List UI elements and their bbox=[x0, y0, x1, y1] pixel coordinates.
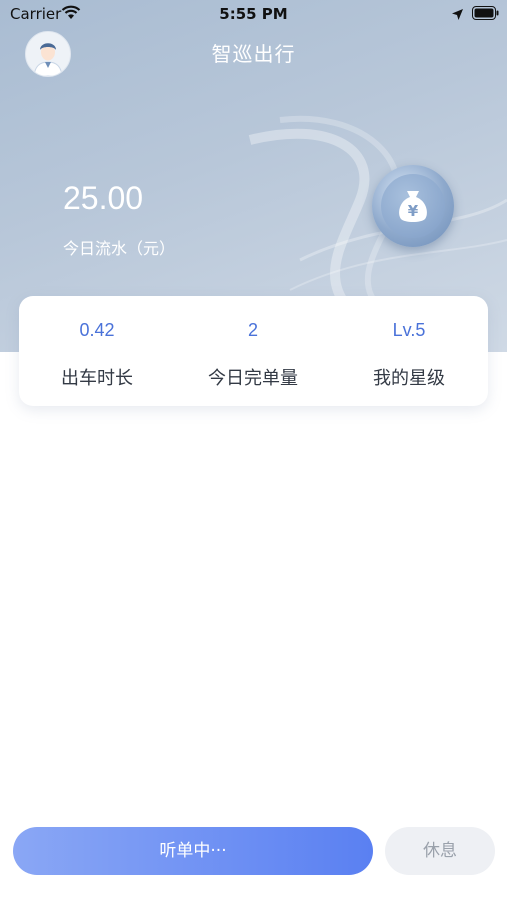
stat-star-level[interactable]: Lv.5 我的星级 bbox=[331, 296, 487, 406]
svg-text:¥: ¥ bbox=[408, 202, 419, 220]
stat-value: 0.42 bbox=[79, 320, 115, 340]
daily-revenue-label: 今日流水（元） bbox=[63, 239, 176, 258]
location-arrow-icon bbox=[451, 7, 464, 25]
stat-completed-orders[interactable]: 2 今日完单量 bbox=[175, 296, 331, 406]
stats-card: 0.42 出车时长 2 今日完单量 Lv.5 我的星级 bbox=[19, 296, 488, 406]
stat-label: 出车时长 bbox=[61, 368, 133, 389]
listening-orders-button[interactable]: 听单中··· bbox=[13, 827, 373, 875]
page-title: 智巡出行 bbox=[211, 42, 296, 66]
battery-icon bbox=[472, 6, 499, 24]
status-bar: Carrier 5:55 PM bbox=[0, 0, 507, 28]
stat-label: 我的星级 bbox=[373, 368, 445, 389]
stat-value: 2 bbox=[247, 320, 258, 340]
stat-label: 今日完单量 bbox=[208, 368, 298, 389]
stat-value: Lv.5 bbox=[392, 320, 426, 340]
rest-button[interactable]: 休息 bbox=[385, 827, 495, 875]
stat-driving-duration[interactable]: 0.42 出车时长 bbox=[19, 296, 175, 406]
daily-revenue-amount: 25.00 bbox=[63, 180, 144, 216]
status-time: 5:55 PM bbox=[219, 5, 288, 23]
money-bag-yen-icon: ¥ bbox=[372, 165, 454, 247]
